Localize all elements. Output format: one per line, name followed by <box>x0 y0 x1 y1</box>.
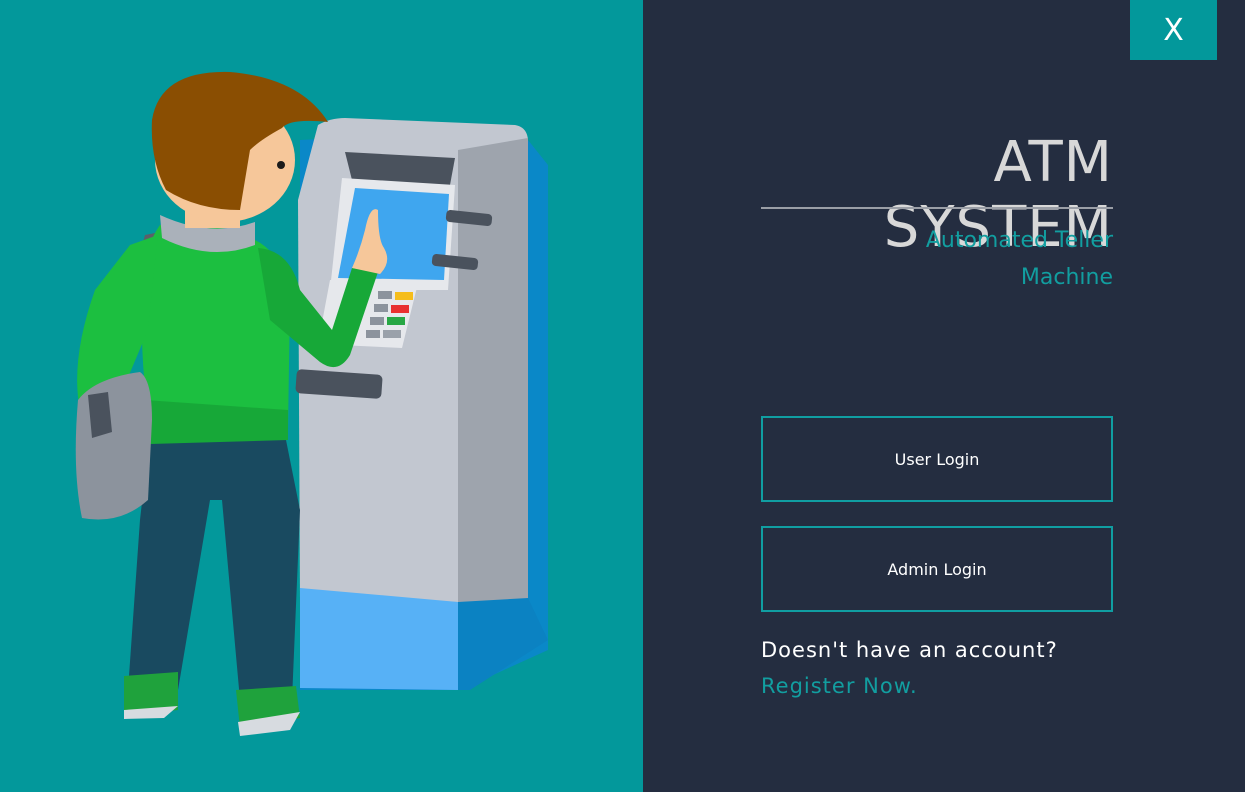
app-subtitle: Automated Teller Machine <box>761 222 1113 296</box>
atm-user-illustration <box>75 71 548 736</box>
subtitle-line-1: Automated Teller <box>925 228 1113 253</box>
close-button[interactable]: X <box>1130 0 1217 60</box>
user-login-label: User Login <box>894 449 980 469</box>
login-window: X ATM SYSTEM Automated Teller Machine Us… <box>0 0 1245 792</box>
login-panel: X ATM SYSTEM Automated Teller Machine Us… <box>643 0 1245 792</box>
title-divider <box>761 207 1113 209</box>
subtitle-line-2: Machine <box>1020 265 1113 290</box>
admin-login-button[interactable]: Admin Login <box>761 526 1113 612</box>
close-icon: X <box>1163 12 1184 48</box>
register-link[interactable]: Register Now. <box>761 674 918 698</box>
illustration-panel <box>0 0 643 792</box>
admin-login-label: Admin Login <box>887 559 987 579</box>
user-login-button[interactable]: User Login <box>761 416 1113 502</box>
no-account-prompt: Doesn't have an account? <box>761 638 1058 662</box>
